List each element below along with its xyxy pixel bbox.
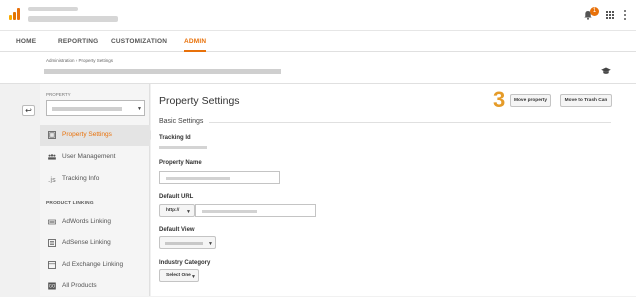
breadcrumb[interactable]: Administration › Property Settings: [46, 58, 113, 63]
svg-text:.js: .js: [48, 176, 56, 183]
sidebar-item-label: Property Settings: [62, 131, 112, 138]
chevron-down-icon: ▼: [208, 241, 213, 247]
tracking-id-value: [159, 146, 207, 149]
section-divider: [209, 122, 611, 123]
property-view-name[interactable]: [28, 16, 118, 22]
top-bar: 1: [0, 0, 636, 30]
default-view-select[interactable]: ▼: [159, 236, 216, 249]
chevron-down-icon: ▼: [137, 106, 142, 112]
page-header: Administration › Property Settings: [0, 52, 636, 84]
tracking-js-icon: .js: [48, 176, 56, 183]
section-title: Basic Settings: [159, 118, 204, 125]
sidebar-item-adsense-linking[interactable]: AdSense Linking: [40, 233, 150, 254]
sidebar-item-label: AdWords Linking: [62, 218, 112, 225]
property-name-input[interactable]: [159, 171, 280, 184]
more-vert-icon[interactable]: [624, 10, 627, 20]
account-name[interactable]: [28, 7, 78, 11]
tab-home[interactable]: HOME: [16, 31, 36, 52]
default-url-value: [202, 210, 257, 213]
sidebar-item-label: User Management: [62, 153, 116, 160]
property-name-value: [166, 177, 230, 180]
protocol-select[interactable]: http:// ▼: [159, 204, 195, 217]
sidebar-item-user-management[interactable]: User Management: [40, 147, 150, 168]
page-title: Property Settings: [159, 95, 240, 107]
ad-exchange-icon: [48, 261, 56, 269]
property-settings-icon: [48, 131, 56, 139]
tab-reporting[interactable]: REPORTING: [58, 31, 98, 52]
all-products-icon: GO: [48, 282, 56, 290]
tracking-id-label: Tracking Id: [159, 135, 191, 141]
sidebar-item-label: All Products: [62, 282, 97, 289]
property-select-value: [52, 107, 122, 111]
sidebar-item-label: Tracking Info: [62, 175, 100, 182]
chevron-down-icon: ▼: [186, 209, 191, 215]
analytics-logo-icon[interactable]: [9, 8, 21, 20]
protocol-value: http://: [166, 208, 180, 213]
sidebar-item-label: AdSense Linking: [62, 239, 111, 246]
sidebar-item-all-products[interactable]: GO All Products: [40, 276, 150, 297]
step-number: 3: [493, 87, 506, 112]
svg-text:GO: GO: [49, 284, 55, 289]
adsense-icon: [48, 239, 56, 247]
graduation-cap-icon[interactable]: [601, 67, 611, 75]
property-select[interactable]: ▼: [46, 100, 145, 116]
main-content: [151, 84, 636, 296]
industry-category-label: Industry Category: [159, 260, 211, 266]
side-rail: [0, 84, 40, 296]
sidebar-item-tracking-info[interactable]: .js Tracking Info: [40, 169, 150, 190]
sidebar-item-label: Ad Exchange Linking: [62, 261, 124, 268]
default-view-label: Default View: [159, 227, 195, 233]
users-icon: [48, 154, 56, 160]
property-name-heading: [44, 69, 281, 74]
notification-badge: 1: [590, 7, 599, 16]
sidebar-item-ad-exchange-linking[interactable]: Ad Exchange Linking: [40, 255, 150, 276]
sidebar-item-property-settings[interactable]: Property Settings: [40, 125, 150, 146]
default-view-value: [165, 242, 203, 245]
default-url-label: Default URL: [159, 194, 194, 200]
move-property-button[interactable]: Move property: [510, 94, 551, 107]
industry-category-select[interactable]: Select One ▼: [159, 269, 199, 282]
product-linking-heading: PRODUCT LINKING: [46, 201, 94, 206]
industry-category-value: Select One: [166, 273, 191, 278]
move-to-trash-button[interactable]: Move to Trash Can: [560, 94, 612, 107]
adwords-icon: [48, 219, 56, 225]
apps-grid-icon[interactable]: [606, 11, 614, 19]
main-nav: HOME REPORTING CUSTOMIZATION ADMIN: [0, 30, 636, 52]
sidebar-item-adwords-linking[interactable]: AdWords Linking: [40, 212, 150, 233]
chevron-down-icon: ▼: [191, 274, 196, 280]
back-arrow-icon[interactable]: ↩: [22, 105, 35, 116]
default-url-input[interactable]: [195, 204, 316, 217]
property-name-label: Property Name: [159, 160, 202, 166]
tab-customization[interactable]: CUSTOMIZATION: [111, 31, 167, 52]
tab-admin[interactable]: ADMIN: [184, 31, 207, 52]
property-label: PROPERTY: [46, 92, 71, 97]
